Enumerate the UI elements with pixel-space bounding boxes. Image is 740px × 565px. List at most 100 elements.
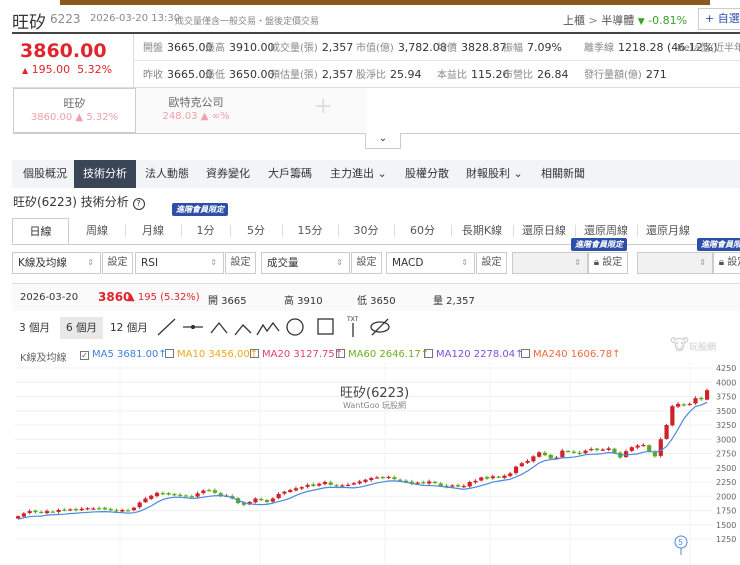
indicator-select[interactable]: RSI ⇕ — [135, 252, 224, 274]
stat-label: 離季線 — [584, 43, 614, 54]
checkbox[interactable]: ✓ — [80, 351, 89, 360]
candle — [502, 475, 507, 478]
candle — [519, 463, 524, 467]
candle — [91, 508, 96, 510]
angle-tool-icon[interactable] — [210, 321, 228, 334]
period-tab[interactable]: 1分 — [181, 218, 230, 244]
compare-card[interactable]: 歐特克公司 248.03 ▲ ∞% + — [136, 88, 366, 133]
indicator-select[interactable]: ⇕ — [637, 252, 713, 274]
candle — [143, 498, 148, 503]
candle — [629, 447, 634, 451]
period-tab[interactable]: 還原日線 — [513, 218, 575, 244]
candle — [282, 491, 287, 494]
compare-name: 旺矽 — [63, 97, 86, 110]
period-tab[interactable]: 60分 — [394, 218, 451, 244]
stat-label: 發行量額(億) — [584, 70, 642, 81]
candle — [484, 476, 490, 479]
indicator-select[interactable]: K線及均線 ⇕ — [12, 252, 101, 274]
settings-button[interactable]: 🔒︎ 設定 — [588, 252, 628, 274]
stat-label: 昨收 — [143, 70, 163, 81]
candle — [114, 510, 119, 512]
settings-button[interactable]: 設定 — [102, 252, 133, 274]
text-tool-icon[interactable]: TXT — [346, 316, 359, 337]
collapse-chevron-icon[interactable]: ⌄ — [365, 133, 401, 149]
ma-toggle[interactable]: MA60 2646.17↑ — [336, 349, 429, 360]
compare-card-selected[interactable]: 旺矽 3860.00 ▲ 5.32% — [13, 88, 136, 133]
y-tick-label: 3500 — [716, 407, 736, 416]
nav-tab[interactable]: 法人動態 — [136, 160, 198, 188]
range-button[interactable]: 6 個月 — [60, 317, 104, 339]
sector-link[interactable]: 半導體 — [601, 14, 634, 27]
indicator-select[interactable]: ⇕ — [512, 252, 588, 274]
candle — [357, 481, 362, 484]
stat-label: 成交量(張) — [270, 43, 318, 54]
candle — [44, 511, 50, 514]
indicator-select[interactable]: 成交量 ⇕ — [261, 252, 350, 274]
period-tab[interactable]: 30分 — [338, 218, 394, 244]
checkbox[interactable] — [521, 349, 530, 358]
rectangle-tool-icon[interactable] — [317, 318, 334, 335]
y-tick-label: 4250 — [716, 364, 736, 373]
ma-toggle[interactable]: MA20 3127.75↑ — [250, 349, 343, 360]
checkbox[interactable] — [250, 349, 259, 358]
candle — [259, 498, 264, 501]
period-tab[interactable]: 月線 — [125, 218, 181, 244]
settings-button[interactable]: 設定 — [351, 252, 382, 274]
checkbox[interactable] — [424, 349, 433, 358]
nav-tab[interactable]: 股權分散 — [396, 160, 458, 188]
period-tab[interactable]: 周線 — [69, 218, 125, 244]
horizontal-line-tool-icon[interactable] — [183, 324, 203, 330]
stat-label: 市營比 — [503, 70, 533, 81]
hide-drawings-icon[interactable] — [370, 318, 390, 336]
settings-button[interactable]: 設定 — [225, 252, 256, 274]
checkbox[interactable] — [336, 349, 345, 358]
nav-tab[interactable]: 主力進出 ⌄ — [321, 160, 396, 188]
nav-tab[interactable]: 大戶籌碼 — [259, 160, 321, 188]
help-icon[interactable]: ? — [132, 198, 145, 210]
candle — [456, 485, 461, 487]
circle-tool-icon[interactable] — [286, 318, 304, 336]
range-button[interactable]: 3 個月 — [13, 317, 56, 339]
settings-button[interactable]: 設定 — [476, 252, 507, 274]
settings-button[interactable]: 🔒︎ 設定 — [713, 252, 740, 274]
nav-tab[interactable]: 相關新聞 — [532, 160, 594, 188]
nav-tab[interactable]: 技術分析 — [74, 160, 136, 188]
period-tab[interactable]: 日線 — [12, 218, 69, 244]
checkbox[interactable] — [165, 349, 174, 358]
line-tool-icon[interactable] — [157, 318, 176, 336]
nav-tab[interactable]: 財報股利 ⌄ — [457, 160, 532, 188]
wave-pattern-icon[interactable] — [256, 321, 280, 336]
candle — [97, 508, 102, 510]
stat-label: 最低 — [205, 70, 225, 81]
abcd-pattern-icon[interactable] — [234, 324, 252, 336]
indicator-select[interactable]: MACD ⇕ — [386, 252, 475, 274]
stat-label: 市值(億) — [356, 43, 394, 54]
ma-toggle[interactable]: MA10 3456.00↑ — [165, 349, 258, 360]
period-tab[interactable]: 長期K線 — [451, 218, 513, 244]
nav-tab[interactable]: 資券變化 — [197, 160, 259, 188]
market-link[interactable]: 上櫃 — [563, 14, 585, 27]
ma-toggle[interactable]: MA240 1606.78↑ — [521, 349, 620, 360]
stat-label: 預估量(張) — [270, 70, 318, 81]
period-tab[interactable]: 15分 — [282, 218, 338, 244]
ma-toggle[interactable]: MA120 2278.04↑ — [424, 349, 523, 360]
period-tab[interactable]: 還原月線 — [637, 218, 699, 244]
chart-title: 旺矽(6223) — [340, 386, 410, 401]
ohlc-info-bar: 2026-03-20 3860 ▲ 195 (5.32%) 開 3665 高 3… — [12, 284, 740, 311]
y-tick-label: 1500 — [716, 521, 736, 530]
period-tab[interactable]: 5分 — [230, 218, 282, 244]
candle — [183, 495, 189, 497]
candle — [386, 476, 391, 479]
ma-toggle[interactable]: ✓ MA5 3681.00↑ — [80, 349, 167, 360]
candle — [392, 477, 397, 480]
add-watchlist-button[interactable]: + 自選股 — [698, 8, 740, 30]
candle — [50, 511, 55, 513]
range-button[interactable]: 12 個月 — [104, 317, 154, 339]
candle — [172, 494, 177, 496]
nav-tab[interactable]: 個股概況 — [14, 160, 76, 188]
divider — [12, 32, 740, 34]
compare-quote: 3860.00 ▲ 5.32% — [30, 112, 119, 123]
candle — [380, 476, 385, 479]
select-arrow-icon: ⇕ — [336, 258, 343, 267]
add-compare-icon[interactable]: + — [314, 94, 332, 119]
